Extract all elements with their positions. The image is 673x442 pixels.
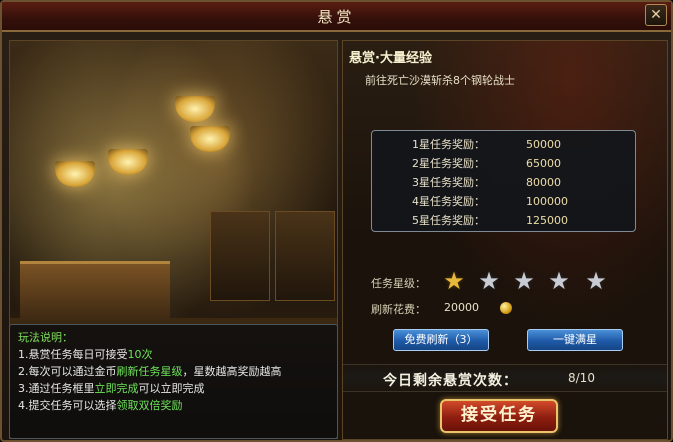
reward-value: 50000 <box>526 138 561 151</box>
title-bar: 悬赏 ✕ <box>2 2 671 32</box>
rule-highlight: 立即完成 <box>94 382 139 395</box>
rule-text: ，星数越高奖励越高 <box>182 365 282 378</box>
close-icon[interactable]: ✕ <box>645 4 667 26</box>
remaining-count-value: 8/10 <box>568 371 595 385</box>
star-empty-icon: ★ <box>513 267 535 295</box>
rule-line-4: 4.提交任务可以选择领取双倍奖励 <box>18 397 329 414</box>
accept-quest-button[interactable]: 接受任务 <box>440 399 558 433</box>
rule-line-1: 1.悬赏任务每日可接受10次 <box>18 346 329 363</box>
rewards-table: 1星任务奖励： 50000 2星任务奖励： 65000 3星任务奖励： 8000… <box>371 130 636 232</box>
remaining-count-label: 今日剩余悬赏次数： <box>383 373 518 389</box>
reward-label: 4星任务奖励： <box>412 195 485 208</box>
booth-decoration <box>210 211 270 301</box>
max-star-button[interactable]: 一键满星 <box>527 329 623 351</box>
booth-decoration <box>275 211 335 301</box>
rule-line-2: 2.每次可以通过金币刷新任务星级，星数越高奖励越高 <box>18 363 329 380</box>
quest-title: 悬赏·大量经验 <box>349 51 432 66</box>
reward-label: 2星任务奖励： <box>412 157 485 170</box>
rule-text: 4.提交任务可以选择 <box>18 399 117 412</box>
chandelier-icon <box>108 149 148 175</box>
rule-line-3: 3.通过任务框里立即完成可以立即完成 <box>18 380 329 397</box>
star-empty-icon: ★ <box>548 267 570 295</box>
reward-value: 125000 <box>526 214 568 227</box>
quest-description: 前往死亡沙漠斩杀8个钢轮战士 <box>365 74 515 87</box>
gold-coin-icon <box>500 302 512 314</box>
reward-label: 1星任务奖励： <box>412 138 485 151</box>
rules-panel: 玩法说明： 1.悬赏任务每日可接受10次 2.每次可以通过金币刷新任务星级，星数… <box>9 324 338 439</box>
rule-text: 可以立即完成 <box>138 382 205 395</box>
refresh-cost-label: 刷新花费： <box>371 303 426 316</box>
bar-counter-decoration <box>20 261 170 321</box>
chandelier-icon <box>55 161 95 187</box>
reward-row: 4星任务奖励： 100000 <box>372 192 635 211</box>
chandelier-icon <box>190 126 230 152</box>
star-empty-icon: ★ <box>478 267 500 295</box>
reward-label: 3星任务奖励： <box>412 176 485 189</box>
rule-text: 3.通过任务框里 <box>18 382 95 395</box>
free-refresh-button[interactable]: 免费刷新（3） <box>393 329 489 351</box>
star-empty-icon: ★ <box>585 267 607 295</box>
refresh-cost-value: 20000 <box>444 301 479 314</box>
star-filled-icon: ★ <box>443 267 465 295</box>
rule-highlight: 领取双倍奖励 <box>116 399 183 412</box>
reward-row: 1星任务奖励： 50000 <box>372 135 635 154</box>
reward-value: 80000 <box>526 176 561 189</box>
chandelier-icon <box>175 96 215 122</box>
rule-highlight: 10次 <box>127 348 153 361</box>
quest-panel: 悬赏·大量经验 前往死亡沙漠斩杀8个钢轮战士 1星任务奖励： 50000 2星任… <box>342 40 668 440</box>
remaining-count-bar: 今日剩余悬赏次数： 8/10 <box>343 364 667 392</box>
rules-title: 玩法说明： <box>18 331 73 344</box>
reward-row: 5星任务奖励： 125000 <box>372 211 635 230</box>
reward-value: 65000 <box>526 157 561 170</box>
rule-highlight: 刷新任务星级 <box>116 365 183 378</box>
rule-text: 1.悬赏任务每日可接受 <box>18 348 128 361</box>
window-title: 悬赏 <box>317 8 356 26</box>
reward-value: 100000 <box>526 195 568 208</box>
reward-row: 3星任务奖励： 80000 <box>372 173 635 192</box>
rule-text: 2.每次可以通过金币 <box>18 365 117 378</box>
star-level-label: 任务星级： <box>371 277 426 290</box>
reward-label: 5星任务奖励： <box>412 214 485 227</box>
bounty-window: 悬赏 ✕ 玩法说明： 1.悬赏任务每日可接受10次 2.每次可以通过金币刷新任务… <box>0 0 673 442</box>
reward-row: 2星任务奖励： 65000 <box>372 154 635 173</box>
